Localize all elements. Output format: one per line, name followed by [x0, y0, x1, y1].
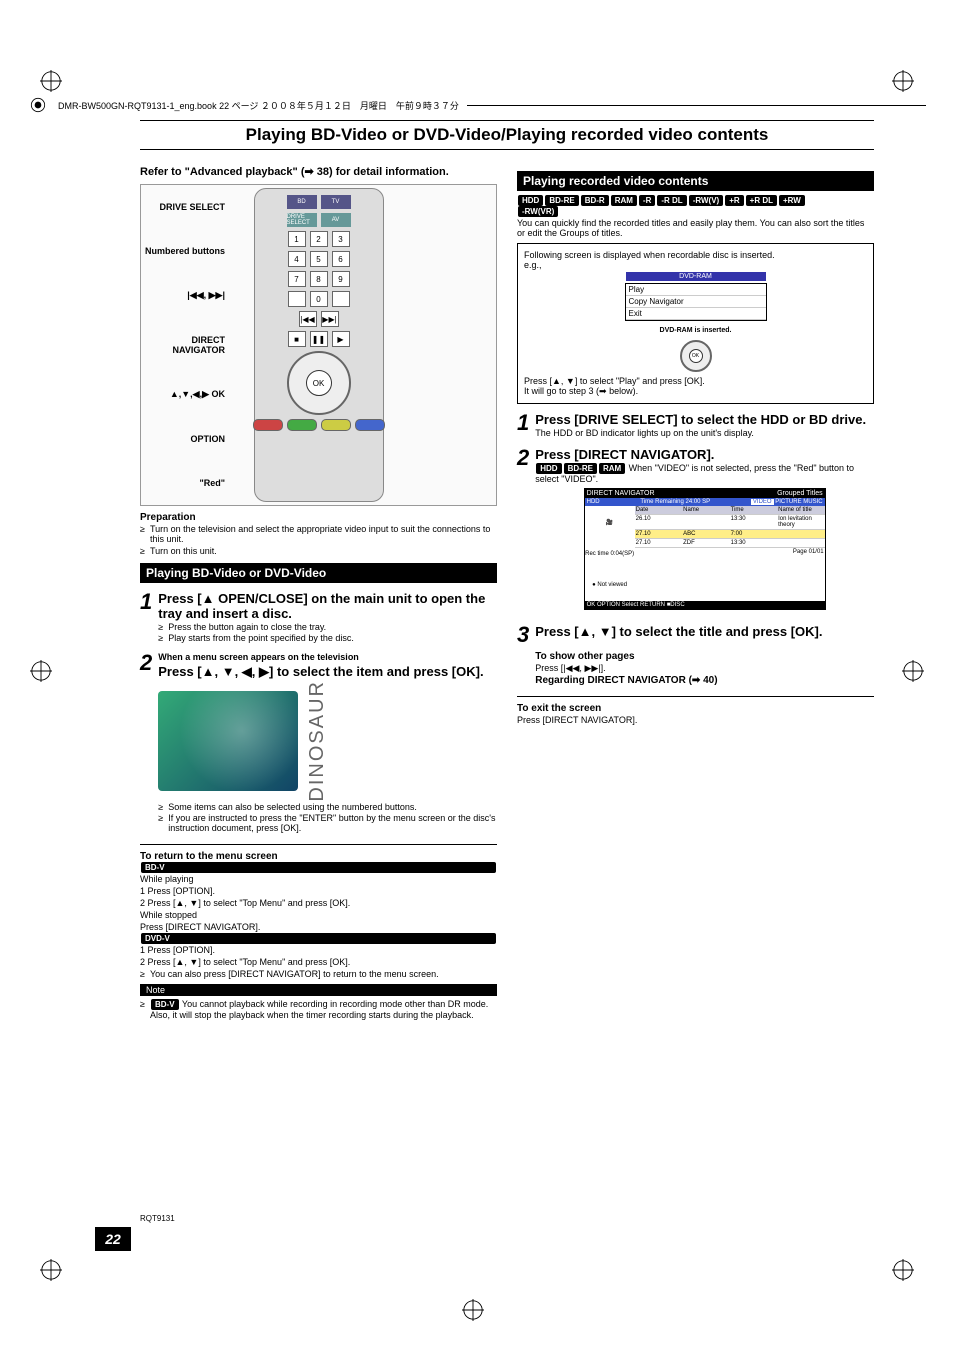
return-line: 2 Press [▲, ▼] to select "Top Menu" and …: [140, 898, 497, 908]
skip-fwd-icon: ▶▶|: [321, 311, 339, 327]
step-bullet: Some items can also be selected using th…: [158, 802, 497, 812]
remote-label: "Red": [145, 478, 225, 488]
step-number: 2: [517, 447, 529, 469]
step-bullet: Play starts from the point specified by …: [158, 633, 497, 643]
exit-line: Press [DIRECT NAVIGATOR].: [517, 715, 874, 725]
step-number: 3: [517, 624, 529, 646]
reg-mark: [30, 660, 52, 682]
section-heading: Playing recorded video contents: [517, 171, 874, 191]
return-line: 2 Press [▲, ▼] to select "Top Menu" and …: [140, 957, 497, 967]
prep-bullet: Turn on the television and select the ap…: [140, 524, 497, 544]
numkey: 8: [310, 271, 328, 287]
numkey: 4: [288, 251, 306, 267]
remote-label: DRIVE SELECT: [145, 202, 225, 212]
nav-wheel: OK: [287, 351, 351, 415]
step-sub: HDDBD-RERAM When "VIDEO" is not selected…: [535, 463, 874, 484]
header-text: DMR-BW500GN-RQT9131-1_eng.book 22 ページ ２０…: [58, 99, 459, 112]
section-heading: Playing BD-Video or DVD-Video: [140, 563, 497, 583]
dvd-ram-bar: DVD-RAM: [626, 272, 766, 281]
numkey: 1: [288, 231, 306, 247]
exit-heading: To exit the screen: [517, 703, 874, 714]
intro-text: You can quickly find the recorded titles…: [517, 218, 874, 238]
popup-menu: Play Copy Navigator Exit: [625, 283, 767, 321]
inserted-disc-box: Following screen is displayed when recor…: [517, 243, 874, 404]
bd-v-tag: BD-V: [151, 999, 179, 1010]
reg-mark: [462, 1299, 484, 1321]
return-line: Press [DIRECT NAVIGATOR].: [140, 922, 497, 932]
return-line: While stopped: [140, 910, 497, 920]
ok-dial-icon: OK: [680, 340, 712, 372]
bd-v-tag: BD-V: [141, 862, 496, 873]
skip-back-icon: |◀◀: [299, 311, 317, 327]
numkey: [288, 291, 306, 307]
return-bullet: You can also press [DIRECT NAVIGATOR] to…: [140, 969, 497, 979]
step-text: Press [▲, ▼, ◀, ▶] to select the item an…: [158, 664, 497, 680]
dvd-v-tag: DVD-V: [141, 933, 496, 944]
prep-bullet: Turn on this unit.: [140, 546, 497, 556]
bd-power-icon: BD: [287, 195, 317, 209]
remote-label: Numbered buttons: [145, 246, 225, 256]
direct-navigator-figure: DIRECT NAVIGATORGrouped Titles HDDTime R…: [584, 488, 826, 610]
remote-label: |◀◀, ▶▶|: [145, 290, 225, 301]
remote-label: OPTION: [145, 434, 225, 444]
return-heading: To return to the menu screen: [140, 851, 497, 862]
step-number: 1: [517, 412, 529, 434]
page-number: 22: [95, 1227, 131, 1251]
tv-power-icon: TV: [321, 195, 351, 209]
dinosaur-image: [158, 691, 298, 791]
drive-select-key: DRIVE SELECT: [287, 213, 317, 227]
return-line: While playing: [140, 874, 497, 884]
step-number: 2: [140, 652, 152, 674]
play-icon: ▶: [332, 331, 350, 347]
remote-label: DIRECT NAVIGATOR: [145, 335, 225, 355]
ok-button-icon: OK: [306, 370, 332, 396]
numkey: 5: [310, 251, 328, 267]
preparation-heading: Preparation: [140, 512, 497, 523]
reg-mark: [40, 70, 62, 92]
numkey: 6: [332, 251, 350, 267]
other-pages-heading: To show other pages: [535, 651, 874, 662]
step-text: Press [▲ OPEN/CLOSE] on the main unit to…: [158, 591, 497, 621]
numkey: 7: [288, 271, 306, 287]
step-bullet: Press the button again to close the tray…: [158, 622, 497, 632]
av-key: AV: [321, 213, 351, 227]
reg-mark: [892, 70, 914, 92]
reg-mark: [902, 660, 924, 682]
numkey: [332, 291, 350, 307]
stop-icon: ■: [288, 331, 306, 347]
numkey: 2: [310, 231, 328, 247]
return-line: 1 Press [OPTION].: [140, 945, 497, 955]
step-text: Press [▲, ▼] to select the title and pre…: [535, 624, 874, 639]
reg-mark: [892, 1259, 914, 1281]
pause-icon: ❚❚: [310, 331, 328, 347]
ref-text: Refer to "Advanced playback" (➡ 38) for …: [140, 165, 497, 178]
framemaker-header: DMR-BW500GN-RQT9131-1_eng.book 22 ページ ２０…: [28, 95, 926, 115]
step-number: 1: [140, 591, 152, 613]
media-tags: HDDBD-REBD-RRAM-R-R DL-RW(V)+R+R DL+RW-R…: [517, 195, 874, 217]
page-title: Playing BD-Video or DVD-Video/Playing re…: [140, 120, 874, 150]
dinosaur-label: DINOSAUR: [306, 680, 329, 802]
blue-key: [355, 419, 385, 431]
red-key: [253, 419, 283, 431]
step-sub: The HDD or BD indicator lights up on the…: [535, 428, 874, 438]
disc-inserted-msg: DVD-RAM is inserted.: [524, 327, 867, 334]
green-key: [287, 419, 317, 431]
regarding-heading: Regarding DIRECT NAVIGATOR (➡ 40): [535, 675, 874, 686]
step-text: Press [DRIVE SELECT] to select the HDD o…: [535, 412, 874, 427]
other-pages-line: Press [|◀◀, ▶▶|].: [535, 663, 874, 674]
numkey: 0: [310, 291, 328, 307]
doc-code: RQT9131: [140, 1214, 175, 1223]
numkey: 3: [332, 231, 350, 247]
step-bullet: If you are instructed to press the "ENTE…: [158, 813, 497, 833]
step-text: Press [DIRECT NAVIGATOR].: [535, 447, 874, 462]
remote-label: ▲,▼,◀,▶ OK: [145, 389, 225, 400]
yellow-key: [321, 419, 351, 431]
note-line: BD-V You cannot playback while recording…: [140, 999, 497, 1020]
numkey: 9: [332, 271, 350, 287]
remote-figure: DRIVE SELECT Numbered buttons |◀◀, ▶▶| D…: [140, 184, 497, 506]
reg-mark: [40, 1259, 62, 1281]
note-tag: Note: [140, 984, 497, 996]
step-subhead: When a menu screen appears on the televi…: [158, 652, 497, 662]
return-line: 1 Press [OPTION].: [140, 886, 497, 896]
